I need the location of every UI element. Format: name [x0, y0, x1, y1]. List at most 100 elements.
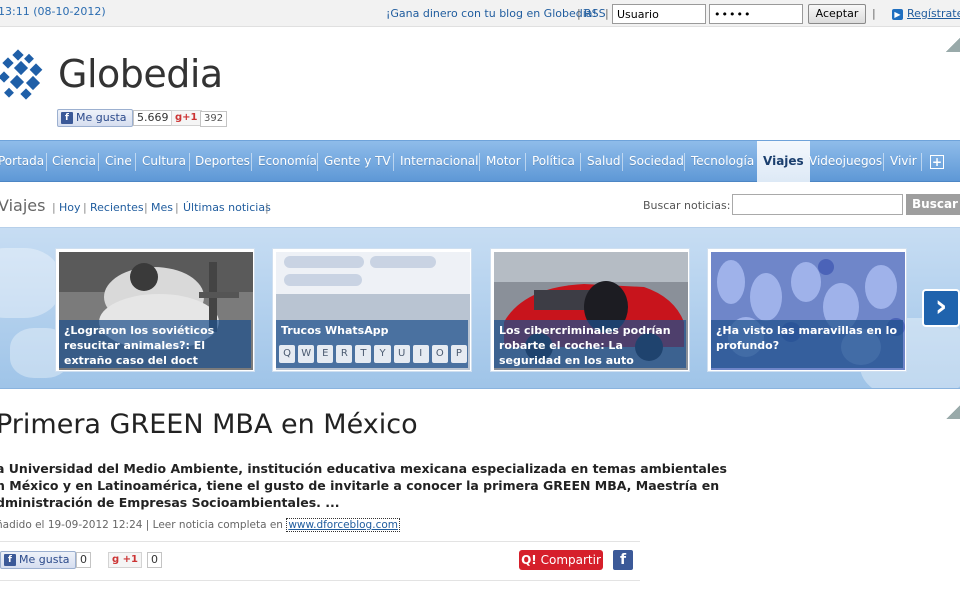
- keyboard-key: T: [355, 345, 372, 363]
- keyboard-key: Y: [374, 345, 391, 363]
- nav-item-portada[interactable]: Portada: [0, 141, 44, 182]
- facebook-share-icon[interactable]: f: [613, 550, 633, 570]
- search-label: Buscar noticias:: [643, 199, 731, 212]
- accept-button[interactable]: Aceptar: [808, 4, 866, 24]
- nav-item-politica[interactable]: Política: [532, 141, 575, 182]
- featured-carousel: ¿Lograron los soviéticos resucitar anima…: [0, 227, 960, 389]
- subnav-mes[interactable]: Mes: [151, 201, 173, 214]
- article-google-plus-button[interactable]: g +1: [108, 552, 142, 568]
- card-caption: Los cibercriminales podrían robarte el c…: [494, 320, 686, 368]
- separator: |: [145, 519, 153, 531]
- separator: |: [175, 201, 179, 214]
- share-button[interactable]: Q! Compartir: [519, 550, 603, 570]
- share-icon: Q!: [521, 553, 537, 567]
- main-navigation: Portada Ciencia Cine Cultura Deportes Ec…: [0, 140, 960, 182]
- article-facebook-count: 0: [76, 552, 91, 568]
- nav-item-videojuegos[interactable]: Videojuegos: [809, 141, 882, 182]
- separator: |: [265, 201, 269, 214]
- carousel-card[interactable]: Trucos WhatsApp Q W E R T Y U I O P: [272, 248, 472, 372]
- nav-item-economia[interactable]: Economía: [258, 141, 317, 182]
- nav-item-vivir[interactable]: Vivir: [890, 141, 917, 182]
- top-bar: 13:11 (08-10-2012) ¡Gana dinero con tu b…: [0, 0, 960, 27]
- nav-divider: [580, 153, 581, 171]
- rss-link[interactable]: RSS: [584, 7, 606, 20]
- add-section-icon[interactable]: +: [930, 155, 944, 169]
- nav-item-deportes[interactable]: Deportes: [195, 141, 250, 182]
- separator: |: [52, 201, 56, 214]
- nav-item-viajes[interactable]: Viajes: [757, 141, 810, 182]
- nav-item-ciencia[interactable]: Ciencia: [52, 141, 96, 182]
- nav-item-cultura[interactable]: Cultura: [142, 141, 186, 182]
- facebook-like-label: Me gusta: [19, 553, 70, 566]
- carousel-card[interactable]: Los cibercriminales podrían robarte el c…: [490, 248, 690, 372]
- article-title[interactable]: Primera GREEN MBA en México: [0, 409, 418, 440]
- source-link[interactable]: www.dforceblog.com: [286, 518, 400, 532]
- keyboard-key: U: [393, 345, 410, 363]
- subnav-ultimas-noticias[interactable]: Últimas noticias: [183, 201, 271, 214]
- divider: [0, 580, 640, 581]
- nav-divider: [883, 153, 884, 171]
- nav-item-internacional[interactable]: Internacional: [400, 141, 478, 182]
- globe-logo-icon[interactable]: [0, 49, 48, 101]
- keyboard-key: Q: [279, 345, 296, 363]
- keyboard-key: I: [412, 345, 429, 363]
- register-link[interactable]: Regístrate: [907, 7, 960, 20]
- nav-item-sociedad[interactable]: Sociedad: [629, 141, 684, 182]
- summary-line: n México y en Latinoamérica, tiene el gu…: [0, 478, 720, 493]
- current-time: 13:11 (08-10-2012): [0, 5, 106, 18]
- nav-divider: [189, 153, 190, 171]
- search-button[interactable]: Buscar: [906, 194, 960, 215]
- facebook-icon: f: [4, 554, 16, 566]
- separator: |: [605, 7, 609, 20]
- separator: |: [83, 201, 87, 214]
- page-corner-icon: [946, 38, 960, 52]
- separator: |: [144, 201, 148, 214]
- promo-link[interactable]: ¡Gana dinero con tu blog en Globedia!: [386, 7, 597, 20]
- separator: |: [872, 7, 876, 20]
- facebook-like-button[interactable]: f Me gusta: [57, 109, 133, 127]
- nav-divider: [135, 153, 136, 171]
- google-plus-label: +1: [182, 112, 198, 123]
- card-caption: ¿Ha visto las maravillas en lo profundo?: [711, 320, 903, 368]
- nav-divider: [684, 153, 685, 171]
- subnav-recientes[interactable]: Recientes: [90, 201, 144, 214]
- carousel-next-button[interactable]: ›: [922, 289, 960, 327]
- keyboard-key: R: [336, 345, 353, 363]
- nav-item-cine[interactable]: Cine: [105, 141, 132, 182]
- read-more-label: Leer noticia completa en: [152, 519, 283, 531]
- keyboard-row: Q W E R T Y U I O P: [279, 345, 467, 363]
- decorative-shape: [0, 248, 60, 318]
- summary-line: a Universidad del Medio Ambiente, instit…: [0, 461, 727, 476]
- keyboard-key: O: [431, 345, 448, 363]
- carousel-card[interactable]: ¿Ha visto las maravillas en lo profundo?: [707, 248, 907, 372]
- google-plus-button[interactable]: g+1: [171, 110, 202, 126]
- nav-item-motor[interactable]: Motor: [486, 141, 521, 182]
- separator: |: [577, 7, 581, 20]
- username-input[interactable]: [612, 4, 706, 24]
- google-plus-count: 392: [200, 111, 228, 127]
- article-facebook-like-button[interactable]: f Me gusta: [0, 551, 76, 569]
- search-input[interactable]: [732, 194, 903, 215]
- nav-divider: [251, 153, 252, 171]
- article-google-plus-count: 0: [147, 552, 162, 568]
- facebook-like-count: 5.669: [133, 110, 173, 126]
- site-logo-text[interactable]: Globedia: [58, 52, 223, 96]
- nav-divider: [393, 153, 394, 171]
- subnav-hoy[interactable]: Hoy: [59, 201, 81, 214]
- summary-line: dministración de Empresas Socioambiental…: [0, 495, 340, 510]
- nav-item-gente-y-tv[interactable]: Gente y TV: [324, 141, 391, 182]
- nav-item-tecnologia[interactable]: Tecnología: [691, 141, 754, 182]
- nav-item-salud[interactable]: Salud: [587, 141, 621, 182]
- share-label: Compartir: [540, 553, 601, 567]
- nav-divider: [479, 153, 480, 171]
- password-input[interactable]: [709, 4, 803, 24]
- facebook-icon: f: [61, 112, 73, 124]
- nav-divider: [317, 153, 318, 171]
- section-title: Viajes: [0, 196, 46, 215]
- arrow-right-icon: ▶: [892, 9, 903, 20]
- nav-divider: [98, 153, 99, 171]
- carousel-card[interactable]: ¿Lograron los soviéticos resucitar anima…: [55, 248, 255, 372]
- card-caption: ¿Lograron los soviéticos resucitar anima…: [59, 320, 251, 368]
- nav-divider: [46, 153, 47, 171]
- facebook-like-label: Me gusta: [76, 111, 127, 124]
